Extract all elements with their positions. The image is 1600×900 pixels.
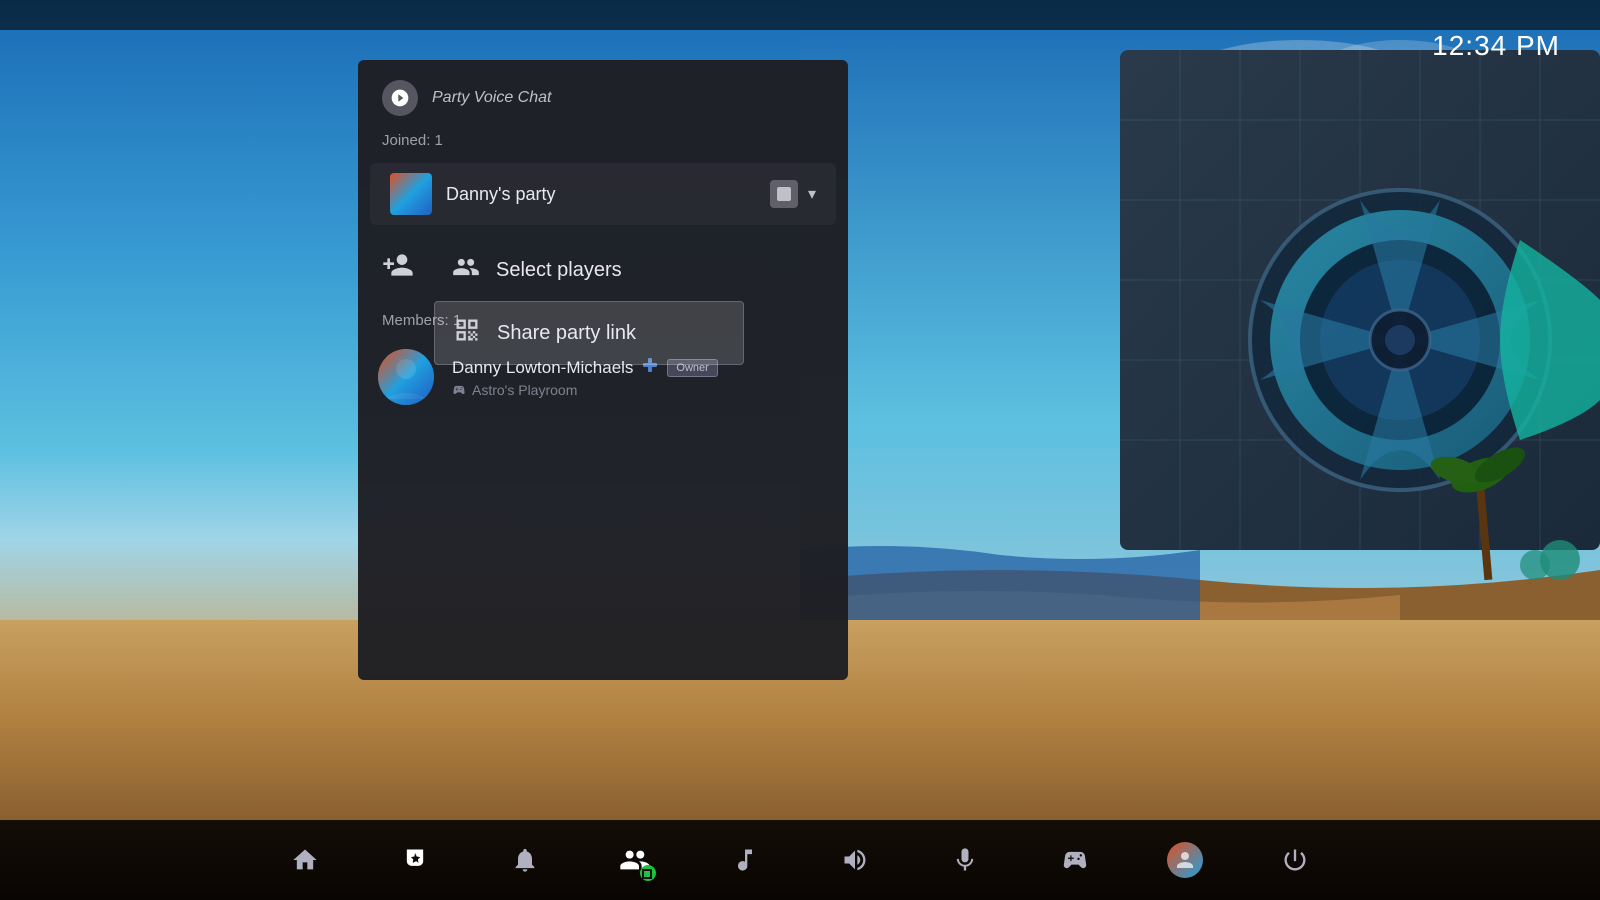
taskbar-notifications[interactable] — [500, 835, 550, 885]
member-avatar — [378, 349, 434, 405]
profile-avatar-icon — [1167, 842, 1203, 878]
chevron-down-icon[interactable]: ▾ — [808, 184, 816, 204]
share-party-link-item[interactable]: Share party link — [434, 301, 744, 365]
taskbar-volume[interactable] — [830, 835, 880, 885]
clock: 12:34 PM — [1432, 30, 1560, 62]
member-game: Astro's Playroom — [452, 382, 828, 398]
select-players-label: Select players — [496, 259, 622, 282]
add-user-icon[interactable] — [382, 249, 414, 288]
invite-dropdown: Select players Share party link — [434, 239, 744, 365]
taskbar-party[interactable] — [390, 835, 440, 885]
taskbar-friends[interactable]: 2 — [610, 835, 660, 885]
panel-header: Party Voice Chat — [358, 60, 848, 132]
taskbar-music[interactable] — [720, 835, 770, 885]
taskbar-power[interactable] — [1270, 835, 1320, 885]
taskbar: 2 — [0, 820, 1600, 900]
taskbar-mic[interactable] — [940, 835, 990, 885]
share-party-link-label: Share party link — [497, 322, 636, 345]
party-row[interactable]: Danny's party ▾ — [370, 163, 836, 225]
stop-icon — [777, 187, 791, 201]
party-panel: Party Voice Chat Joined: 1 Danny's party… — [358, 60, 848, 680]
taskbar-profile[interactable] — [1160, 835, 1210, 885]
scene-decoration — [800, 0, 1600, 700]
party-controls: ▾ — [770, 180, 816, 208]
select-players-icon — [452, 253, 480, 287]
qr-code-icon — [453, 316, 481, 350]
clock-time: 12:34 PM — [1432, 30, 1560, 61]
game-icon — [452, 383, 466, 397]
joined-label: Joined: 1 — [358, 132, 848, 163]
invite-section: Select players Share party link — [358, 225, 848, 308]
taskbar-home[interactable] — [280, 835, 330, 885]
online-indicator — [642, 869, 652, 879]
party-voice-icon — [382, 80, 418, 116]
party-avatar — [390, 173, 432, 215]
member-game-name: Astro's Playroom — [472, 382, 577, 398]
stop-button[interactable] — [770, 180, 798, 208]
select-players-item[interactable]: Select players — [434, 239, 744, 301]
party-name: Danny's party — [446, 184, 756, 205]
taskbar-controller[interactable] — [1050, 835, 1100, 885]
panel-title: Party Voice Chat — [432, 89, 551, 107]
top-bar — [0, 0, 1600, 30]
